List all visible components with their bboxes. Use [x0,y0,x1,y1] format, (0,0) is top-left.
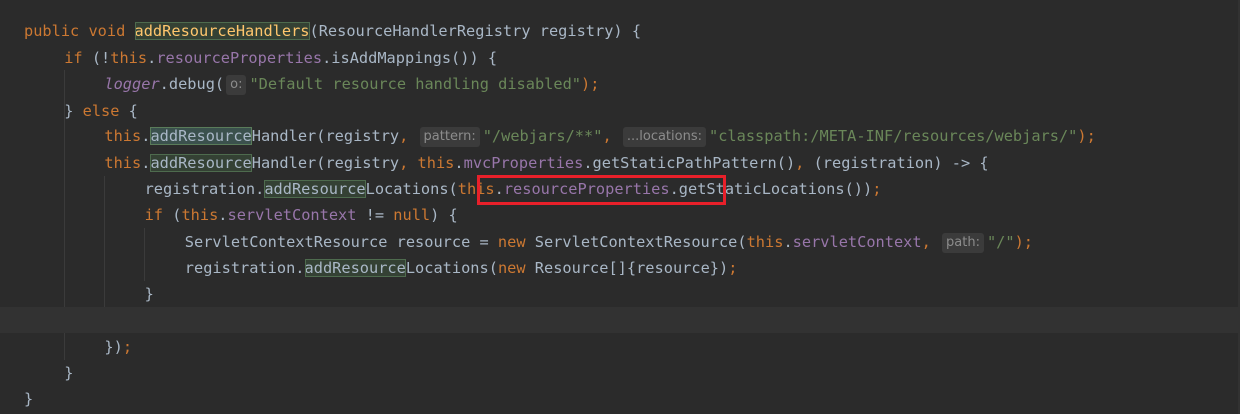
code-line[interactable]: public void addResourceHandlers(Resource… [0,18,1240,44]
code-token: servletContext [792,232,922,251]
code-editor[interactable]: public void addResourceHandlers(Resource… [0,0,1240,414]
code-line-current[interactable] [0,307,1240,334]
code-token: (registration) -> { [813,153,989,172]
code-token: (! [91,48,111,67]
code-token: , [399,127,418,145]
code-token: this [181,206,219,224]
code-token: "/" [986,232,1015,251]
parameter-hint: path: [942,232,984,253]
code-token: Handler(registry [251,127,400,145]
code-token: , [399,153,418,172]
code-line[interactable]: if (!this.resourceProperties.isAddMappin… [0,45,1240,71]
code-token: Handler(registry [251,153,400,172]
highlight-annotation-box [477,175,726,205]
code-line-text: } [64,360,73,386]
parameter-hint: o: [226,75,247,95]
code-token: else [82,101,129,120]
code-line-text: this.addResourceHandler(registry, patter… [104,123,1096,149]
code-token: }) [104,337,123,356]
code-line[interactable]: }); [0,334,1240,360]
code-token: addResource [150,127,252,145]
code-token: .getStaticPathPattern() [583,153,796,172]
code-line-text: registration.addResourceLocations(new Re… [184,255,738,281]
code-line[interactable]: if (this.servletContext != null) { [0,202,1240,228]
code-token: . [783,232,793,251]
code-token: this [746,232,784,251]
code-token: addResource [304,259,406,277]
code-token: { [128,101,138,120]
code-token: ; [872,180,882,198]
parameter-hint: ...locations: [622,127,706,147]
code-token: . [147,48,157,67]
code-token: Locations( [365,180,458,198]
code-token: this [104,127,142,145]
code-token: if [64,48,92,67]
code-line[interactable]: logger.debug(o: "Default resource handlin… [0,71,1240,97]
code-line-text: if (this.servletContext != null) { [145,202,458,228]
code-line-text: public void addResourceHandlers(Resource… [24,18,641,44]
code-token: this [110,48,148,67]
code-token: addResource [150,153,252,172]
code-token: } [64,101,83,120]
code-line-text: this.addResourceHandler(registry, this.m… [104,150,989,176]
code-token: != [356,206,394,224]
code-token: if [144,206,173,224]
code-token: logger [104,75,160,93]
code-line-text: } [145,281,154,307]
code-line-text: if (!this.resourceProperties.isAddMappin… [64,45,497,71]
code-line-text: ServletContextResource resource = new Se… [185,229,1033,255]
code-token: ServletContextResource resource = [184,232,498,251]
code-token: servletContext [227,206,357,224]
code-token: this [417,153,455,172]
code-token: addResourceHandlers [134,22,310,40]
code-token: registration. [184,259,305,277]
code-token: ); [1014,232,1034,251]
code-line-text: }); [104,334,132,360]
code-line[interactable]: this.addResourceHandler(registry, this.m… [0,150,1240,176]
code-line[interactable]: } [0,386,1240,412]
code-token: Resource[]{resource}) [534,259,729,277]
code-token: . [454,153,464,172]
code-token: "/webjars/**" [482,127,603,145]
code-token: "classpath:/META-INF/resources/webjars/" [709,127,1078,145]
code-token: } [64,364,74,382]
code-line-text: } else { [64,98,138,124]
code-token: new [497,259,535,277]
code-token: .isAddMappings()) { [322,48,498,67]
code-token: addResource [264,180,366,198]
code-token: registration. [144,180,265,198]
code-token: this [104,153,142,172]
code-token: ; [122,337,133,356]
code-line[interactable]: } else { [0,98,1240,124]
code-token: , [921,232,941,251]
code-line[interactable]: } [0,360,1240,386]
code-token: mvcProperties [463,153,584,172]
code-token: .debug( [159,75,225,93]
code-token: new [497,232,535,251]
code-token: . [218,206,228,224]
code-token: ); [1077,127,1096,145]
code-token: , [602,127,621,145]
code-line[interactable]: } [0,281,1240,307]
parameter-hint: pattern: [419,127,480,147]
code-token: null [393,206,431,224]
code-line-text: logger.debug(o: "Default resource handlin… [104,71,599,97]
code-line[interactable]: this.addResourceHandler(registry, patter… [0,123,1240,149]
code-token: } [144,285,154,303]
code-token: ); [581,75,600,93]
code-line[interactable]: ServletContextResource resource = new Se… [0,229,1240,255]
code-token: (ResourceHandlerRegistry registry) { [309,22,642,40]
code-token: ) { [430,206,458,224]
code-token: Locations( [405,259,498,277]
code-token: ServletContextResource( [534,232,747,251]
code-token: "Default resource handling disabled" [249,75,582,93]
code-token: , [795,153,814,172]
code-token: public void [24,22,135,40]
code-line[interactable]: registration.addResourceLocations(new Re… [0,255,1240,281]
code-token: } [24,390,34,408]
code-token: resourceProperties [156,48,323,67]
code-line-text: } [24,386,33,412]
code-token: ; [728,259,738,277]
